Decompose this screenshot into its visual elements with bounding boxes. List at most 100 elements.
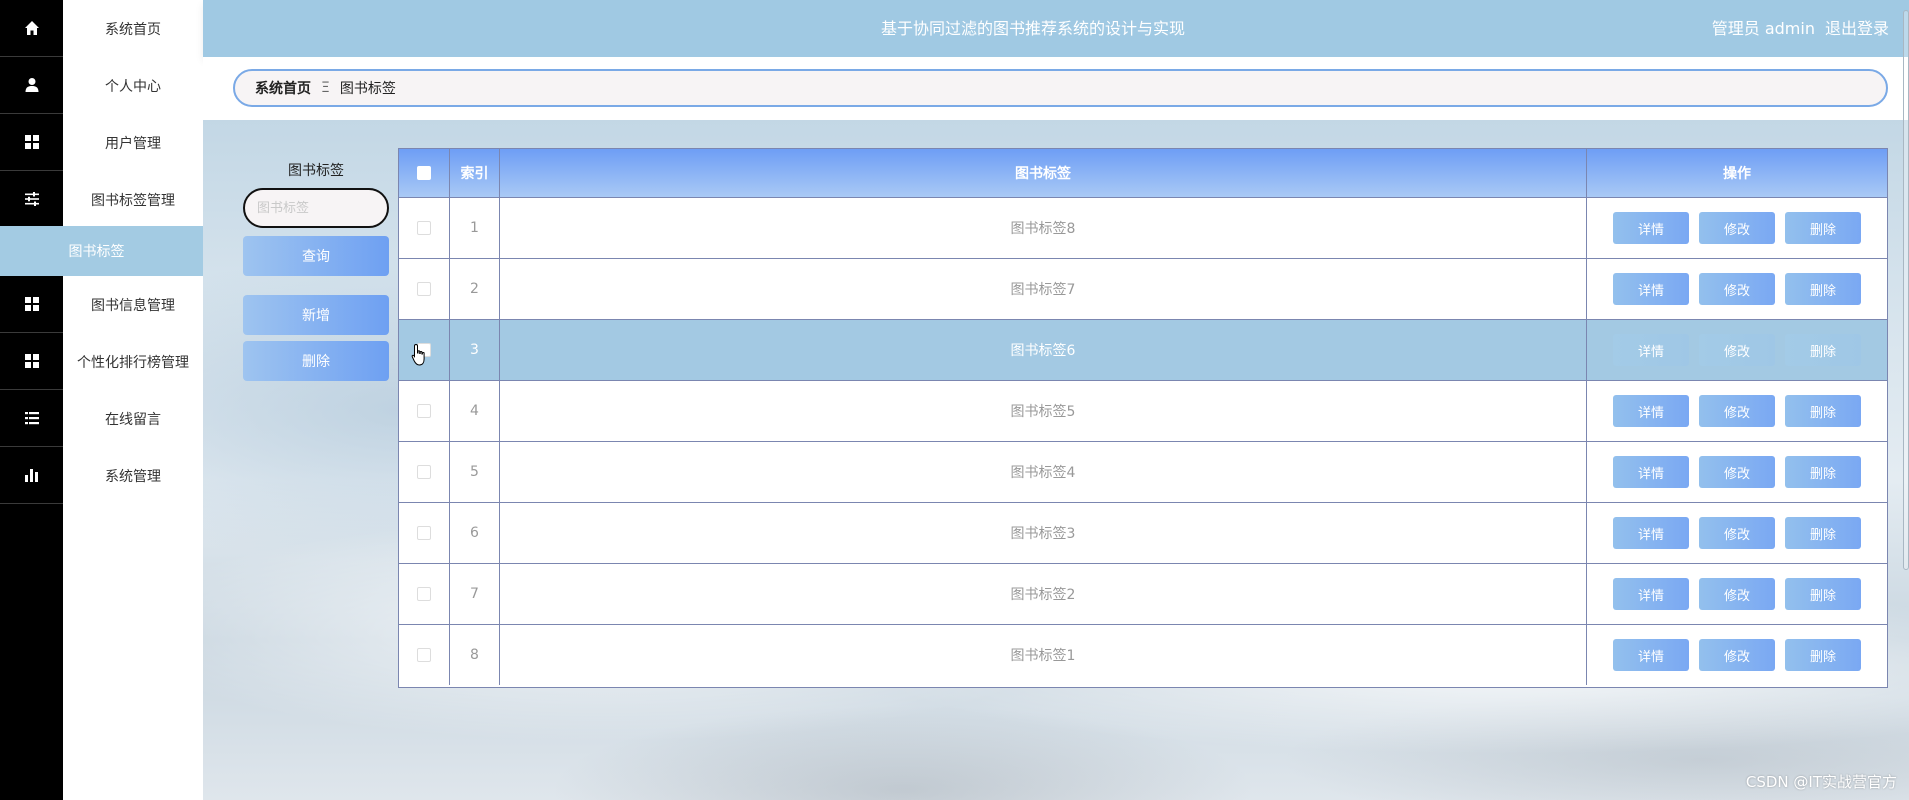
row-actions: 详情 修改 删除 (1586, 259, 1887, 319)
home-icon[interactable] (0, 0, 63, 57)
row-tag: 图书标签8 (499, 198, 1586, 258)
edit-button[interactable]: 修改 (1699, 334, 1775, 366)
row-tag: 图书标签6 (499, 320, 1586, 380)
detail-button[interactable]: 详情 (1613, 578, 1689, 610)
detail-button[interactable]: 详情 (1613, 212, 1689, 244)
row-checkbox[interactable] (417, 648, 431, 662)
delete-button[interactable]: 删除 (1785, 578, 1861, 610)
user-icon[interactable] (0, 57, 63, 114)
row-checkbox[interactable] (417, 465, 431, 479)
row-actions: 详情 修改 删除 (1586, 625, 1887, 685)
query-button[interactable]: 查询 (243, 236, 389, 276)
table-row[interactable]: 1 图书标签8 详情 修改 删除 (399, 197, 1887, 258)
detail-button[interactable]: 详情 (1613, 273, 1689, 305)
row-actions: 详情 修改 删除 (1586, 320, 1887, 380)
delete-button[interactable]: 删除 (1785, 639, 1861, 671)
table-row[interactable]: 8 图书标签1 详情 修改 删除 (399, 624, 1887, 685)
table-row[interactable]: 5 图书标签4 详情 修改 删除 (399, 441, 1887, 502)
grid-icon[interactable] (0, 114, 63, 171)
row-select-cell (399, 259, 449, 319)
breadcrumb-home[interactable]: 系统首页 (255, 78, 311, 98)
row-select-cell (399, 198, 449, 258)
sidebar-item-messages[interactable]: 在线留言 (63, 390, 203, 447)
top-header: 基于协同过滤的图书推荐系统的设计与实现 管理员 admin 退出登录 (203, 0, 1909, 57)
row-select-cell (399, 625, 449, 685)
delete-button[interactable]: 删除 (1785, 273, 1861, 305)
row-tag: 图书标签3 (499, 503, 1586, 563)
sidebar-item-home[interactable]: 系统首页 (63, 0, 203, 57)
row-select-cell (399, 381, 449, 441)
table-row[interactable]: 2 图书标签7 详情 修改 删除 (399, 258, 1887, 319)
row-checkbox[interactable] (417, 343, 431, 357)
row-select-cell (399, 503, 449, 563)
row-tag: 图书标签1 (499, 625, 1586, 685)
sidebar-item-profile[interactable]: 个人中心 (63, 57, 203, 114)
edit-button[interactable]: 修改 (1699, 395, 1775, 427)
edit-button[interactable]: 修改 (1699, 578, 1775, 610)
row-tag: 图书标签2 (499, 564, 1586, 624)
table-row[interactable]: 6 图书标签3 详情 修改 删除 (399, 502, 1887, 563)
scrollbar[interactable] (1903, 10, 1909, 570)
delete-button[interactable]: 删除 (1785, 334, 1861, 366)
breadcrumb-bar: 系统首页 Ξ 图书标签 (203, 57, 1909, 120)
delete-button[interactable]: 删除 (1785, 456, 1861, 488)
row-checkbox[interactable] (417, 587, 431, 601)
header-tag: 图书标签 (499, 149, 1586, 197)
table-row[interactable]: 3 图书标签6 详情 修改 删除 (399, 319, 1887, 380)
table-row[interactable]: 4 图书标签5 详情 修改 删除 (399, 380, 1887, 441)
sidebar-subitem-book-tags[interactable]: 图书标签 (0, 226, 203, 276)
breadcrumb-current: 图书标签 (339, 81, 396, 97)
sidebar-item-users[interactable]: 用户管理 (63, 114, 203, 171)
row-select-cell (399, 564, 449, 624)
logout-link[interactable]: 退出登录 (1825, 0, 1889, 57)
table-header: 索引 图书标签 操作 (399, 149, 1887, 197)
row-actions: 详情 修改 删除 (1586, 442, 1887, 502)
list-icon[interactable] (0, 390, 63, 447)
row-checkbox[interactable] (417, 404, 431, 418)
select-all-checkbox[interactable] (417, 166, 431, 180)
edit-button[interactable]: 修改 (1699, 273, 1775, 305)
delete-button[interactable]: 删除 (1785, 517, 1861, 549)
search-input[interactable] (243, 188, 389, 228)
row-tag: 图书标签5 (499, 381, 1586, 441)
row-actions: 详情 修改 删除 (1586, 564, 1887, 624)
detail-button[interactable]: 详情 (1613, 639, 1689, 671)
header-actions: 操作 (1586, 149, 1887, 197)
edit-button[interactable]: 修改 (1699, 639, 1775, 671)
table-row[interactable]: 7 图书标签2 详情 修改 删除 (399, 563, 1887, 624)
grid-icon[interactable] (0, 333, 63, 390)
edit-button[interactable]: 修改 (1699, 456, 1775, 488)
grid-icon[interactable] (0, 276, 63, 333)
row-index: 4 (449, 381, 499, 441)
detail-button[interactable]: 详情 (1613, 456, 1689, 488)
breadcrumb-separator-icon: Ξ (321, 80, 330, 96)
row-select-cell (399, 442, 449, 502)
sidebar-item-book-info[interactable]: 图书信息管理 (63, 276, 203, 333)
row-select-cell (399, 320, 449, 380)
batch-delete-button[interactable]: 删除 (243, 341, 389, 381)
row-index: 5 (449, 442, 499, 502)
sidebar-item-system[interactable]: 系统管理 (63, 447, 203, 504)
sidebar-item-ranking[interactable]: 个性化排行榜管理 (63, 333, 203, 390)
sidebar-menu: 系统首页 个人中心 用户管理 图书标签管理 图书信息管理 个性化排行榜管理 在线… (63, 0, 203, 800)
row-checkbox[interactable] (417, 221, 431, 235)
sidebar-item-tag-management[interactable]: 图书标签管理 (63, 171, 203, 228)
row-checkbox[interactable] (417, 282, 431, 296)
edit-button[interactable]: 修改 (1699, 212, 1775, 244)
row-checkbox[interactable] (417, 526, 431, 540)
sliders-icon[interactable] (0, 171, 63, 228)
row-index: 2 (449, 259, 499, 319)
row-tag: 图书标签7 (499, 259, 1586, 319)
header-index: 索引 (449, 149, 499, 197)
edit-button[interactable]: 修改 (1699, 517, 1775, 549)
bar-chart-icon[interactable] (0, 447, 63, 504)
add-button[interactable]: 新增 (243, 295, 389, 335)
detail-button[interactable]: 详情 (1613, 334, 1689, 366)
detail-button[interactable]: 详情 (1613, 517, 1689, 549)
header-user-area: 管理员 admin 退出登录 (1712, 0, 1889, 57)
delete-button[interactable]: 删除 (1785, 212, 1861, 244)
header-select-cell (399, 149, 449, 197)
row-actions: 详情 修改 删除 (1586, 198, 1887, 258)
detail-button[interactable]: 详情 (1613, 395, 1689, 427)
delete-button[interactable]: 删除 (1785, 395, 1861, 427)
